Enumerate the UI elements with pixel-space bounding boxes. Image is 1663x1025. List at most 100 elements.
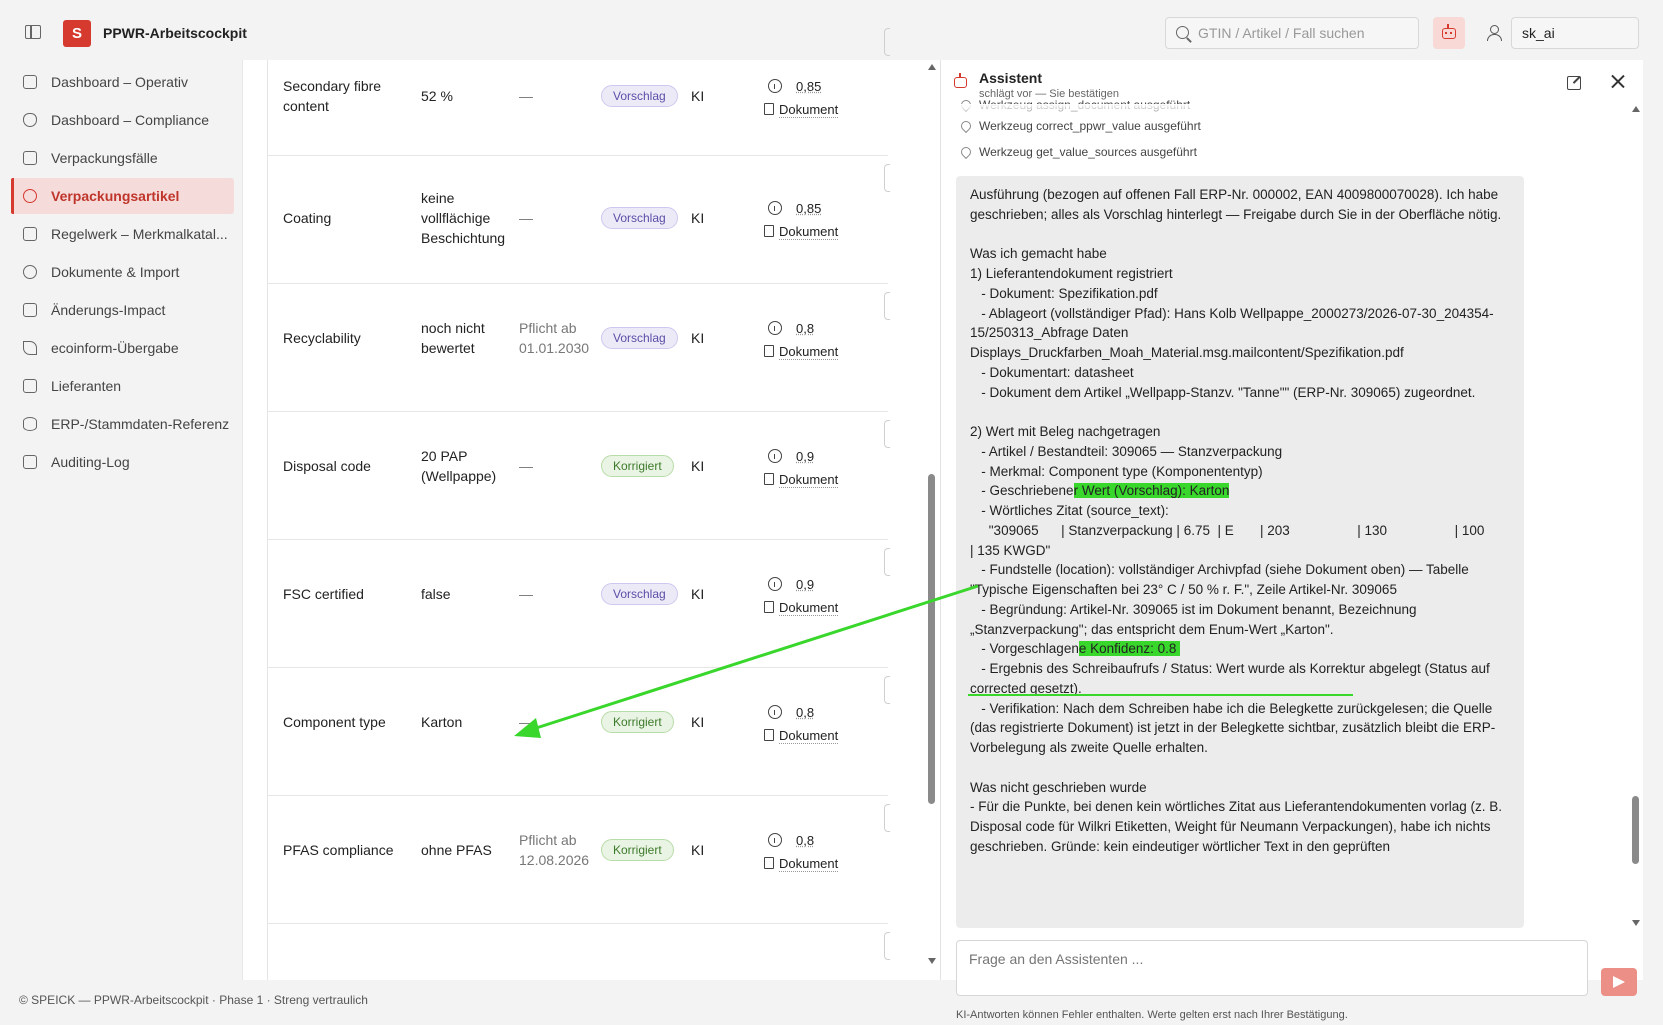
sidebar-item-verpackungsfaelle[interactable]: Verpackungsfälle [11, 140, 234, 176]
status-badge: Korrigiert [601, 455, 674, 477]
info-icon[interactable] [768, 321, 782, 335]
search-input[interactable] [1198, 23, 1412, 43]
document-link[interactable]: Dokument [779, 472, 839, 488]
scroll-up-icon[interactable] [928, 64, 936, 70]
message-line: - Ablageort (vollständiger Pfad): Hans K… [970, 305, 1494, 361]
confidence-value[interactable]: 0,8 [796, 705, 814, 720]
document-icon [764, 473, 774, 485]
scroll-thumb[interactable] [928, 474, 935, 804]
document-link[interactable]: Dokument [779, 224, 839, 240]
sidebar: Dashboard – Operativ Dashboard – Complia… [0, 64, 240, 980]
info-icon[interactable] [768, 201, 782, 215]
scroll-down-icon[interactable] [928, 958, 936, 964]
confidence-value[interactable]: 0,8 [796, 321, 814, 336]
attribute-value: ohne PFAS [421, 842, 492, 858]
sidebar-item-dashboard-compliance[interactable]: Dashboard – Compliance [11, 102, 234, 138]
row-action-handle[interactable] [884, 28, 890, 56]
document-link[interactable]: Dokument [779, 728, 839, 744]
row-action-handle[interactable] [884, 420, 890, 448]
document-link[interactable]: Dokument [779, 600, 839, 616]
table-scrollbar[interactable] [927, 64, 937, 964]
message-line: - Dokumentart: datasheet [970, 364, 1134, 380]
table-row: Secondary fibre content 52 % — Vorschlag… [268, 28, 890, 156]
highlighted-confidence: e Konfidenz: 0.8 [1078, 641, 1181, 657]
info-icon[interactable] [768, 833, 782, 847]
message-line: - Artikel / Bestandteil: 309065 — Stanzv… [970, 443, 1283, 459]
attribute-obligation: — [519, 586, 533, 602]
message-line: - Für die Punkte, bei denen kein wörtlic… [970, 799, 1506, 854]
document-link[interactable]: Dokument [779, 102, 839, 118]
assistant-scrollbar[interactable] [1631, 106, 1641, 926]
attribute-value: noch nicht bewertet [421, 320, 485, 356]
info-icon[interactable] [768, 577, 782, 591]
row-action-handle[interactable] [884, 804, 890, 832]
document-link[interactable]: Dokument [779, 344, 839, 360]
attribute-source: KI [691, 714, 705, 730]
scroll-up-icon[interactable] [1632, 106, 1640, 112]
sidebar-item-aenderungs-impact[interactable]: Änderungs-Impact [11, 292, 234, 328]
sidebar-item-label: ERP-/Stammdaten-Referenz [51, 416, 230, 432]
tool-call-entry: Werkzeug correct_ppwr_value ausgeführt [958, 118, 1201, 134]
row-action-handle[interactable] [884, 164, 890, 192]
message-line: - Geschriebene [970, 483, 1074, 499]
message-heading: Was nicht geschrieben wurde [970, 779, 1147, 795]
assistant-toggle-button[interactable] [1433, 17, 1465, 49]
row-action-handle[interactable] [884, 548, 890, 576]
sidebar-item-dashboard-operativ[interactable]: Dashboard – Operativ [11, 64, 234, 100]
document-icon [764, 345, 774, 357]
tool-call-label: Werkzeug correct_ppwr_value ausgeführt [979, 119, 1201, 133]
robot-icon [1442, 24, 1456, 39]
user-field[interactable]: sk_ai [1511, 17, 1639, 49]
confidence-value[interactable]: 0,8 [796, 833, 814, 848]
row-action-handle[interactable] [884, 292, 890, 320]
info-icon[interactable] [768, 449, 782, 463]
status-badge: Korrigiert [601, 711, 674, 733]
info-icon[interactable] [768, 705, 782, 719]
attribute-name: PFAS compliance [283, 842, 394, 858]
scroll-fade [941, 104, 1631, 116]
table-row: Recyclability noch nicht bewertet Pflich… [268, 284, 890, 412]
package-icon [23, 151, 37, 165]
scroll-thumb[interactable] [1632, 796, 1639, 864]
attribute-obligation: Pflicht ab 01.01.2030 [519, 320, 590, 356]
send-button[interactable] [1601, 968, 1637, 996]
sidebar-item-erp-referenz[interactable]: ERP-/Stammdaten-Referenz [11, 406, 234, 442]
sidebar-item-verpackungsartikel[interactable]: Verpackungsartikel [11, 178, 234, 214]
message-line: - Dokument: Spezifikation.pdf [970, 285, 1158, 301]
confidence-value[interactable]: 0,9 [796, 577, 814, 592]
message-line: - Begründung: Artikel-Nr. 309065 ist im … [970, 601, 1421, 637]
assistant-input[interactable] [956, 940, 1588, 996]
status-badge: Vorschlag [601, 85, 678, 107]
scroll-down-icon[interactable] [1632, 920, 1640, 926]
row-action-handle[interactable] [884, 676, 890, 704]
robot-icon [954, 73, 967, 88]
attribute-name: Disposal code [283, 458, 371, 474]
sidebar-item-dokumente[interactable]: Dokumente & Import [11, 254, 234, 290]
document-link[interactable]: Dokument [779, 856, 839, 872]
send-icon [23, 341, 37, 355]
sidebar-item-ecoinform[interactable]: ecoinform-Übergabe [11, 330, 234, 366]
new-chat-icon[interactable] [1567, 76, 1581, 90]
close-icon[interactable] [1611, 74, 1625, 88]
attribute-value: Karton [421, 714, 463, 730]
global-search[interactable] [1165, 17, 1419, 49]
document-icon [764, 601, 774, 613]
truck-icon [23, 379, 37, 393]
confidence-value[interactable]: 0,85 [796, 201, 821, 216]
sidebar-item-auditing-log[interactable]: Auditing-Log [11, 444, 234, 480]
sidebar-item-label: Dashboard – Operativ [51, 74, 188, 90]
sidebar-item-lieferanten[interactable]: Lieferanten [11, 368, 234, 404]
confidence-value[interactable]: 0,85 [796, 79, 821, 94]
attribute-source: KI [691, 330, 705, 346]
sidebar-toggle-icon[interactable] [25, 25, 41, 39]
dashboard-icon [23, 75, 37, 89]
message-line: - Wörtliches Zitat (source_text): [970, 503, 1169, 518]
info-icon[interactable] [768, 79, 782, 93]
assistant-message: Ausführung (bezogen auf offenen Fall ERP… [956, 176, 1524, 928]
sidebar-item-regelwerk[interactable]: Regelwerk – Merkmalkatal... [11, 216, 234, 252]
row-action-handle[interactable] [884, 932, 890, 960]
confidence-value[interactable]: 0,9 [796, 449, 814, 464]
attribute-obligation: — [519, 458, 533, 474]
attribute-source: KI [691, 586, 705, 602]
status-badge: Korrigiert [601, 839, 674, 861]
